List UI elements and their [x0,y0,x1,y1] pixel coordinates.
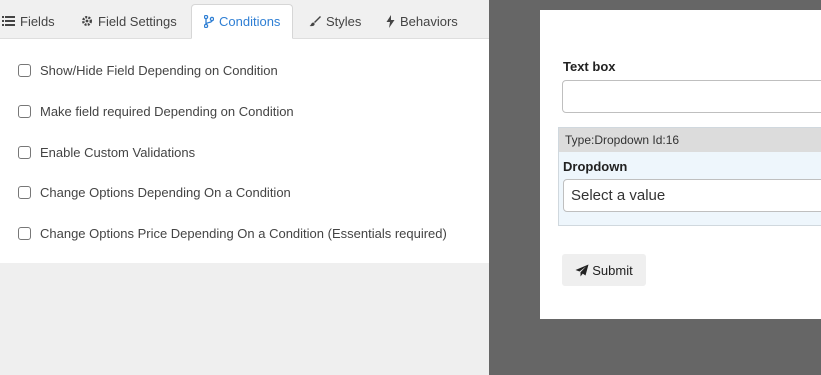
tab-field-settings[interactable]: Field Settings [81,4,177,38]
tab-label: Behaviors [400,13,458,29]
paper-plane-icon [575,264,589,277]
option-show-hide[interactable]: Show/Hide Field Depending on Condition [18,63,278,78]
option-label: Make field required Depending on Conditi… [40,104,294,119]
conditions-options: Show/Hide Field Depending on Condition M… [0,39,489,263]
make-required-checkbox[interactable] [18,105,31,118]
tab-fields[interactable]: Fields [2,4,55,38]
change-price-checkbox[interactable] [18,227,31,240]
textbox-label: Text box [563,59,616,74]
brush-icon [309,15,321,27]
tab-styles[interactable]: Styles [309,4,361,38]
dropdown-select[interactable]: Select a value [563,179,821,212]
tab-behaviors[interactable]: Behaviors [386,4,458,38]
option-label: Change Options Depending On a Condition [40,185,291,200]
option-change-price[interactable]: Change Options Price Depending On a Cond… [18,226,447,241]
submit-label: Submit [592,262,633,278]
option-label: Change Options Price Depending On a Cond… [40,226,447,241]
textbox-input[interactable] [562,80,821,113]
option-custom-validations[interactable]: Enable Custom Validations [18,145,195,160]
tab-conditions[interactable]: Conditions [191,4,294,39]
option-label: Enable Custom Validations [40,145,196,160]
tab-bar: Fields Field Settings Conditions Styles … [0,0,489,39]
conditions-panel: Fields Field Settings Conditions Styles … [0,0,489,375]
option-label: Show/Hide Field Depending on Condition [40,63,278,78]
dropdown-label: Dropdown [563,159,628,174]
submit-button[interactable]: Submit [562,254,646,286]
dropdown-field-block[interactable]: Type:Dropdown Id:16 Dropdown Select a va… [558,127,821,226]
custom-validations-checkbox[interactable] [18,146,31,159]
dropdown-value: Select a value [571,187,666,204]
change-options-checkbox[interactable] [18,186,31,199]
option-make-required[interactable]: Make field required Depending on Conditi… [18,104,294,119]
branch-icon [204,15,214,28]
tab-label: Conditions [219,14,281,29]
option-change-options[interactable]: Change Options Depending On a Condition [18,185,291,200]
gear-icon [81,15,93,27]
tab-label: Fields [20,13,55,29]
tab-label: Styles [326,13,362,29]
list-icon [2,15,15,27]
field-type-info: Type:Dropdown Id:16 [559,128,821,152]
tab-label: Field Settings [98,13,177,29]
show-hide-checkbox[interactable] [18,64,31,77]
bolt-icon [386,14,395,28]
form-preview: Text box Type:Dropdown Id:16 Dropdown Se… [540,10,821,319]
